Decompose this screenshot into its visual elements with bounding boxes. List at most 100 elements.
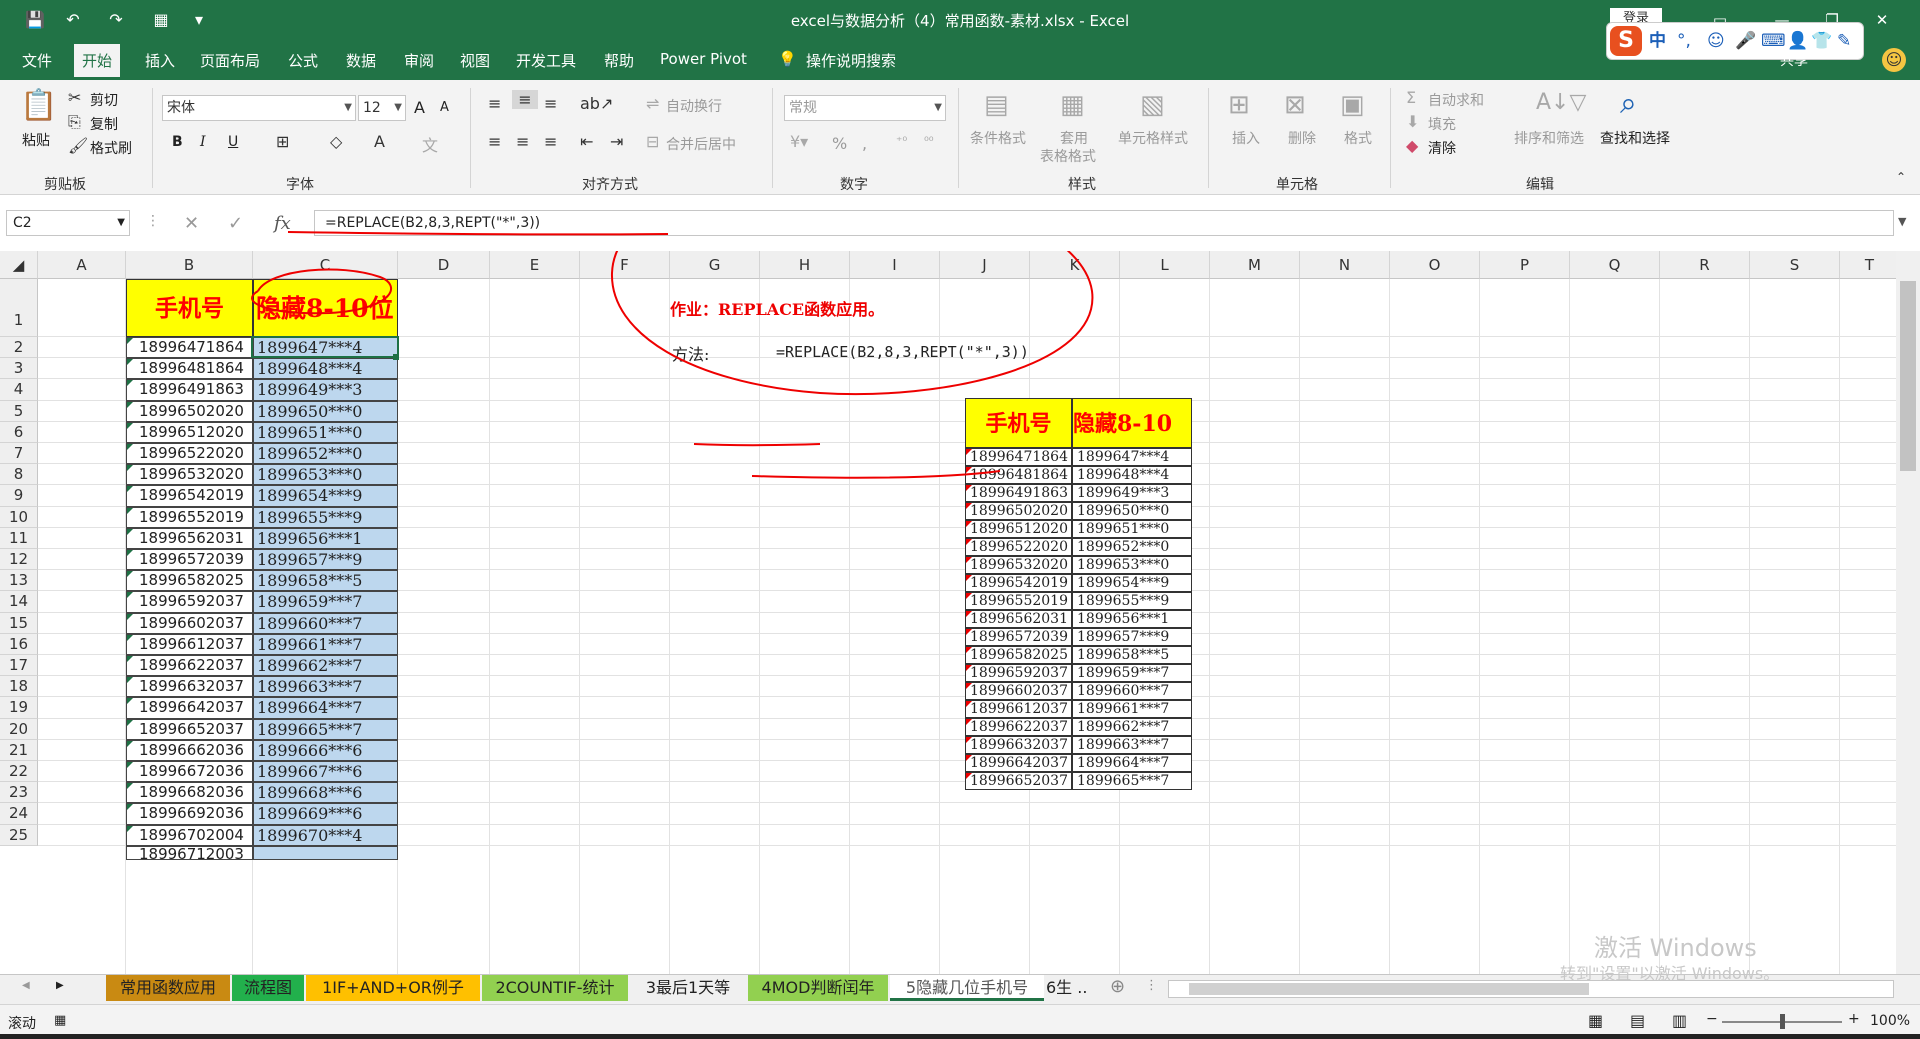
sheet-tab-8[interactable]: 6生 ... [1046, 975, 1088, 1001]
feedback-icon[interactable]: ☺ [1882, 48, 1906, 72]
masked-phone-cell[interactable]: 1899651***0 [253, 421, 398, 443]
font-color-icon[interactable]: A [374, 132, 385, 151]
phonetic-icon[interactable]: 文 [422, 132, 438, 156]
sheet-tab-2[interactable]: 流程图 [232, 975, 304, 1001]
phone-cell[interactable]: 18996552019 [126, 506, 253, 528]
number-format-select[interactable]: 常规 ▼ [784, 95, 946, 121]
second-masked-cell[interactable]: 1899649***3 [1072, 484, 1192, 502]
scroll-thumb[interactable] [1900, 281, 1916, 471]
tab-file[interactable]: 文件 [22, 50, 52, 72]
format-cells-button[interactable]: 格式 [1344, 128, 1372, 148]
zoom-level[interactable]: 100% [1870, 1013, 1910, 1029]
column-header-b[interactable]: B [126, 251, 253, 279]
masked-phone-cell[interactable]: 1899655***9 [253, 506, 398, 528]
second-masked-cell[interactable]: 1899654***9 [1072, 574, 1192, 592]
column-header-q[interactable]: Q [1570, 251, 1660, 279]
prev-sheet-icon[interactable]: ◀ [22, 980, 30, 991]
currency-icon[interactable]: ¥▾ [790, 132, 808, 151]
touch-mode-icon[interactable]: ▦ [150, 9, 172, 31]
italic-button[interactable]: I [200, 134, 206, 150]
font-size-select[interactable]: 12 ▼ [358, 95, 406, 121]
horizontal-scrollbar[interactable] [1168, 980, 1894, 998]
worksheet-grid[interactable]: ◢ ABCDEFGHIJKLMNOPQRST 1 2 3 4 5 6 7 8 9 10 11 12 13… [0, 251, 1920, 974]
column-header-a[interactable]: A [38, 251, 126, 279]
header-hidden[interactable]: 隐藏8-10位 [253, 279, 398, 337]
cut-button[interactable]: 剪切 [90, 90, 118, 110]
insert-cells-button[interactable]: 插入 [1232, 128, 1260, 148]
row-header-4[interactable]: 4 [0, 379, 38, 401]
expand-formula-icon[interactable]: ▼ [1898, 215, 1906, 228]
column-header-n[interactable]: N [1300, 251, 1390, 279]
masked-phone-cell[interactable]: 1899652***0 [253, 443, 398, 465]
second-phone-cell[interactable]: 18996572039 [965, 628, 1072, 646]
sheet-tab-1[interactable]: 常用函数应用 [106, 975, 230, 1001]
tab-data[interactable]: 数据 [346, 50, 376, 72]
column-header-g[interactable]: G [670, 251, 760, 279]
second-phone-cell[interactable]: 18996562031 [965, 610, 1072, 628]
paste-icon[interactable]: 📋 [20, 88, 57, 123]
row-header-13[interactable]: 13 [0, 570, 38, 592]
second-phone-cell[interactable]: 18996642037 [965, 754, 1072, 772]
column-header-d[interactable]: D [398, 251, 490, 279]
undo-icon[interactable]: ↶ [62, 9, 84, 31]
row-header-2[interactable]: 2 [0, 337, 38, 359]
align-bottom-icon[interactable]: ≡ [544, 94, 557, 113]
formula-input[interactable]: =REPLACE(B2,8,3,REPT("*",3)) [314, 210, 1894, 236]
second-masked-cell[interactable]: 1899647***4 [1072, 448, 1192, 466]
tab-insert[interactable]: 插入 [145, 50, 175, 72]
second-masked-cell[interactable]: 1899662***7 [1072, 718, 1192, 736]
sort-filter-button[interactable]: 排序和筛选 [1514, 128, 1584, 148]
paste-button[interactable]: 粘贴 [22, 130, 50, 150]
row-header-8[interactable]: 8 [0, 464, 38, 486]
collapse-ribbon-icon[interactable]: ⌃ [1896, 170, 1906, 184]
second-masked-cell[interactable]: 1899650***0 [1072, 502, 1192, 520]
font-name-select[interactable]: 宋体 ▼ [162, 95, 356, 121]
second-phone-cell[interactable]: 18996522020 [965, 538, 1072, 556]
tell-me-search[interactable]: 操作说明搜索 [806, 50, 896, 72]
tab-view[interactable]: 视图 [460, 50, 490, 72]
second-phone-cell[interactable]: 18996622037 [965, 718, 1072, 736]
save-icon[interactable]: 💾 [24, 9, 46, 31]
row-header-14[interactable]: 14 [0, 591, 38, 613]
column-header-l[interactable]: L [1120, 251, 1210, 279]
row-header-19[interactable]: 19 [0, 697, 38, 719]
bold-button[interactable]: B [172, 134, 183, 150]
second-phone-cell[interactable]: 18996512020 [965, 520, 1072, 538]
second-masked-cell[interactable]: 1899659***7 [1072, 664, 1192, 682]
add-sheet-icon[interactable]: ⊕ [1110, 976, 1125, 997]
masked-phone-cell[interactable]: 1899664***7 [253, 697, 398, 719]
row-header-20[interactable]: 20 [0, 718, 38, 740]
masked-phone-cell-partial[interactable] [253, 845, 398, 860]
second-masked-cell[interactable]: 1899661***7 [1072, 700, 1192, 718]
second-phone-cell[interactable]: 18996552019 [965, 592, 1072, 610]
normal-view-icon[interactable]: ▦ [1588, 1011, 1603, 1030]
phone-cell[interactable]: 18996682036 [126, 782, 253, 804]
second-masked-cell[interactable]: 1899657***9 [1072, 628, 1192, 646]
header-phone[interactable]: 手机号 [126, 279, 253, 337]
fill-button[interactable]: 填充 [1428, 114, 1456, 134]
row-header-7[interactable]: 7 [0, 443, 38, 465]
row-header-23[interactable]: 23 [0, 782, 38, 804]
phone-cell-partial[interactable]: 18996712003 [126, 845, 253, 860]
align-left-icon[interactable]: ≡ [488, 132, 501, 151]
find-select-button[interactable]: 查找和选择 [1600, 128, 1670, 148]
indent-increase-icon[interactable]: ⇥ [610, 132, 623, 151]
second-masked-cell[interactable]: 1899664***7 [1072, 754, 1192, 772]
vertical-scrollbar[interactable] [1896, 251, 1920, 974]
masked-phone-cell[interactable]: 1899663***7 [253, 676, 398, 698]
ime-voice-icon[interactable]: 🎤 [1735, 29, 1756, 53]
customize-icon[interactable]: ▾ [188, 9, 210, 31]
masked-phone-cell[interactable]: 1899647***4 [253, 337, 398, 359]
masked-phone-cell[interactable]: 1899653***0 [253, 464, 398, 486]
ime-toolbar[interactable]: S 中 °, ☺ 🎤 ⌨ 👤 👕 ✎ [1606, 22, 1864, 60]
grow-font-icon[interactable]: A [414, 98, 425, 117]
format-painter-button[interactable]: 格式刷 [90, 138, 132, 158]
masked-phone-cell[interactable]: 1899656***1 [253, 527, 398, 549]
column-header-k[interactable]: K [1030, 251, 1120, 279]
column-header-s[interactable]: S [1750, 251, 1840, 279]
second-masked-cell[interactable]: 1899648***4 [1072, 466, 1192, 484]
row-header-6[interactable]: 6 [0, 421, 38, 443]
insert-function-icon[interactable]: fx [274, 213, 291, 234]
masked-phone-cell[interactable]: 1899662***7 [253, 655, 398, 677]
row-header-1[interactable]: 1 [0, 279, 38, 337]
